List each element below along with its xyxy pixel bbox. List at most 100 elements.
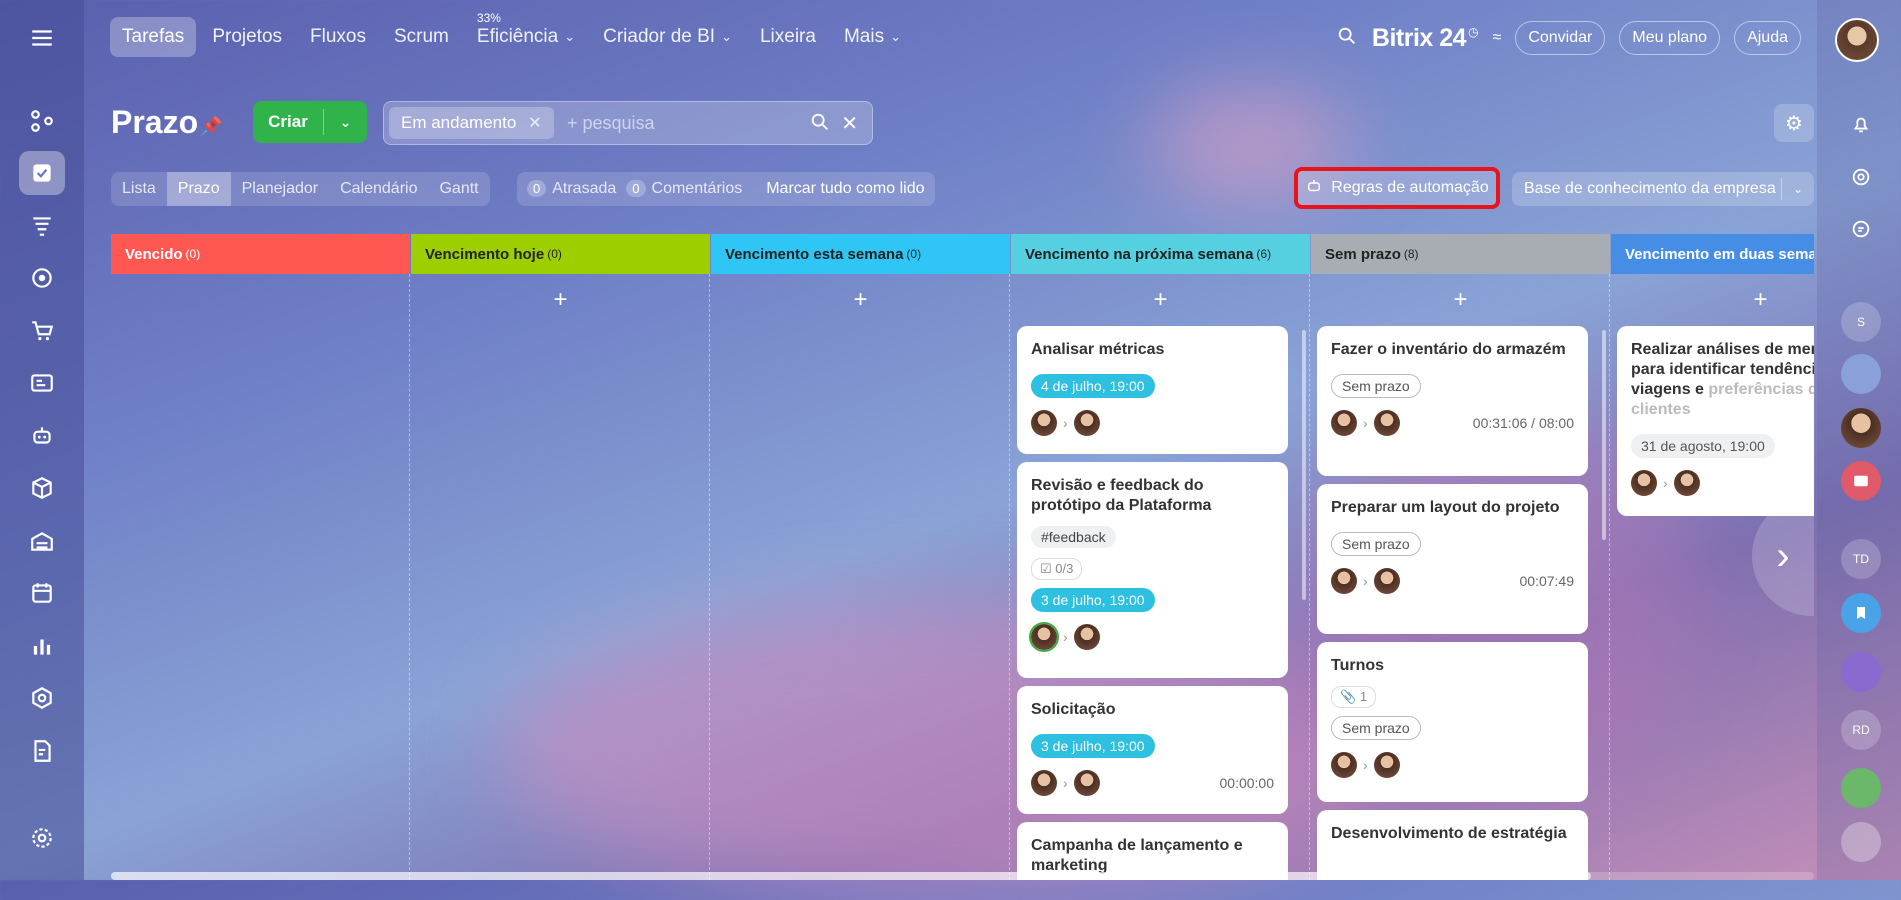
box-icon[interactable] [19,466,65,510]
deadline-badge[interactable]: 3 de julho, 19:00 [1031,734,1155,758]
column-header[interactable]: Vencimento na próxima semana (6) [1011,234,1310,274]
tab-scrum[interactable]: Scrum [382,17,461,57]
tab-fluxos[interactable]: Fluxos [298,17,378,57]
add-task-button[interactable]: + [1311,274,1610,326]
avatar[interactable] [1631,470,1657,496]
pin-icon[interactable]: 📌 [200,116,222,137]
close-icon[interactable]: ✕ [528,113,541,133]
hexagon-icon[interactable] [19,676,65,720]
help-button[interactable]: Ajuda [1734,21,1801,55]
target-icon[interactable] [19,256,65,300]
notes-icon[interactable] [1841,768,1881,808]
task-card[interactable]: Fazer o inventário do armazém Sem prazo … [1317,326,1588,476]
task-card[interactable]: Realizar análises de mercado para identi… [1617,326,1814,516]
column-header[interactable]: Vencido (0) [111,234,410,274]
column-header[interactable]: Sem prazo (8) [1311,234,1610,274]
clear-icon[interactable]: ✕ [841,111,858,139]
search-icon[interactable] [809,111,831,139]
robot-icon[interactable] [19,414,65,458]
deadline-badge[interactable]: 4 de julho, 19:00 [1031,374,1155,398]
user-s-avatar[interactable]: S [1841,302,1881,342]
avatar[interactable] [1373,568,1400,594]
plan-button[interactable]: Meu plano [1619,21,1721,55]
automation-rules-button[interactable]: Regras de automação [1294,167,1500,209]
avatar[interactable] [1331,752,1357,778]
avatar[interactable] [1073,770,1100,796]
deadline-badge[interactable]: 31 de agosto, 19:00 [1631,434,1775,458]
gear-icon[interactable]: ⚙ [1774,104,1814,142]
task-card[interactable]: Desenvolvimento de estratégia [1317,810,1588,880]
calendar-icon[interactable] [19,571,65,615]
task-card[interactable]: Analisar métricas 4 de julho, 19:00 › [1017,326,1288,454]
filter-chip[interactable]: Em andamento ✕ [389,107,554,139]
analytics-icon[interactable] [19,624,65,668]
avatar[interactable] [1673,470,1700,496]
document-sign-icon[interactable] [19,729,65,773]
copilot-icon[interactable] [1841,157,1881,197]
task-card[interactable]: Turnos 📎 1 Sem prazo › [1317,642,1588,802]
horizontal-scrollbar[interactable] [111,872,1814,880]
avatar[interactable] [1073,410,1100,436]
column-scrollbar[interactable] [1602,330,1606,540]
sliders-icon[interactable]: ≈ [1493,29,1502,47]
contact-card-app-icon[interactable] [1841,461,1881,501]
column-scrollbar[interactable] [1302,330,1306,600]
chevron-down-icon[interactable]: ⌄ [324,114,367,131]
user-td-avatar[interactable]: TD [1841,539,1881,579]
task-card[interactable]: Solicitação 3 de julho, 19:00 › 00:00:00 [1017,686,1288,814]
deadline-badge[interactable]: 3 de julho, 19:00 [1031,588,1155,612]
create-button[interactable]: Criar ⌄ [253,101,367,143]
flows-icon[interactable] [19,99,65,143]
search-input[interactable]: + pesquisa [567,113,655,134]
add-task-button[interactable]: + [1611,274,1814,326]
view-gantt[interactable]: Gantt [428,172,489,206]
add-task-button[interactable]: + [1011,274,1310,326]
contact-card-icon[interactable] [19,361,65,405]
overdue-counter[interactable]: 0 Atrasada [527,180,616,198]
avatar[interactable] [1373,752,1400,778]
cart-icon[interactable] [19,309,65,353]
task-card[interactable]: Revisão e feedback do protótipo da Plata… [1017,462,1288,678]
avatar[interactable] [1031,770,1057,796]
channel-icon[interactable] [1841,652,1881,692]
tab-eficiencia[interactable]: 33% Eficiência ⌄ [465,11,587,57]
no-deadline-badge[interactable]: Sem prazo [1331,532,1421,556]
knowledge-base-button[interactable]: Base de conhecimento da empresa ⌄ [1512,172,1814,206]
warehouse-icon[interactable] [19,519,65,563]
no-deadline-badge[interactable]: Sem prazo [1331,374,1421,398]
tag-badge[interactable]: #feedback [1031,526,1116,548]
user-avatar[interactable] [1835,18,1879,62]
bell-icon[interactable] [1841,104,1881,144]
avatar[interactable] [1029,622,1059,652]
invite-button[interactable]: Convidar [1515,21,1606,55]
task-card[interactable]: Preparar um layout do projeto Sem prazo … [1317,484,1588,634]
avatar[interactable] [1373,410,1400,436]
view-planejador[interactable]: Planejador [231,172,330,206]
bookmark-icon[interactable] [1841,593,1881,633]
search-bar[interactable]: Em andamento ✕ + pesquisa ✕ [383,101,873,145]
add-task-button[interactable]: + [411,274,710,326]
view-prazo[interactable]: Prazo [166,172,231,206]
tab-projetos[interactable]: Projetos [200,17,294,57]
funnel-icon[interactable] [19,204,65,248]
avatar[interactable] [1073,624,1100,650]
column-header[interactable]: Vencimento esta semana (0) [711,234,1010,274]
user-avatar[interactable] [1841,408,1881,448]
chat-sync-icon[interactable] [1841,209,1881,249]
avatar[interactable] [1031,410,1057,436]
user-rd-avatar[interactable]: RD [1841,710,1881,750]
avatar[interactable] [1331,410,1357,436]
tab-lixeira[interactable]: Lixeira [748,17,828,57]
chevron-down-icon[interactable]: ⌄ [1782,182,1814,196]
search-icon[interactable] [1336,25,1358,52]
tab-criador-bi[interactable]: Criador de BI ⌄ [591,17,744,57]
settings-icon[interactable] [19,816,65,860]
add-task-button[interactable]: + [711,274,1010,326]
mark-all-read-button[interactable]: Marcar tudo como lido [766,180,924,198]
no-deadline-badge[interactable]: Sem prazo [1331,716,1421,740]
team-icon[interactable] [1841,822,1881,862]
view-lista[interactable]: Lista [111,172,167,206]
avatar[interactable] [1331,568,1357,594]
column-header[interactable]: Vencimento em duas semanas [1611,234,1814,274]
view-calendario[interactable]: Calendário [329,172,428,206]
